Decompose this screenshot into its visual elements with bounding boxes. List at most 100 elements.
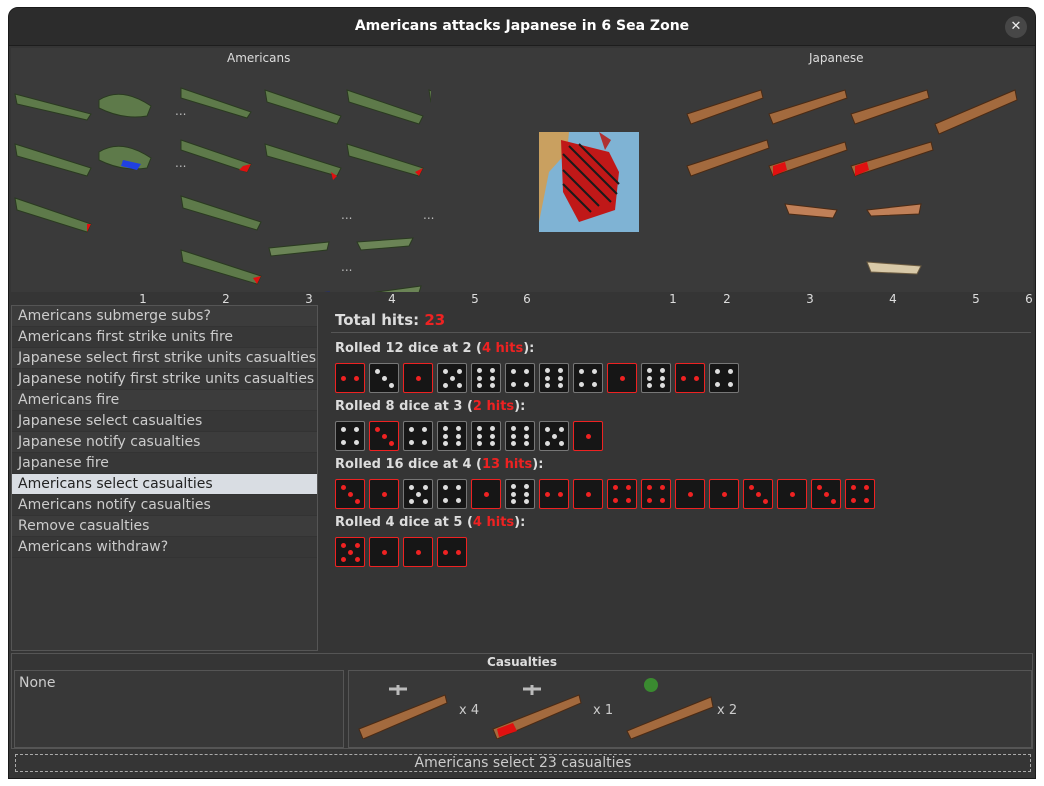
die-miss <box>335 421 365 451</box>
american-battleship-unit <box>428 89 431 103</box>
roll-prefix: Rolled 4 dice at 5 ( <box>335 515 473 530</box>
casualties-selection-list[interactable]: None <box>14 670 344 748</box>
roll-hits: 4 hits <box>481 341 524 356</box>
casualty-damaged-carrier[interactable] <box>489 675 585 740</box>
die-pip <box>443 433 449 439</box>
american-battleship-unit <box>264 143 342 177</box>
die-pip <box>647 383 653 389</box>
battle-step-item[interactable]: Japanese notify casualties <box>12 432 317 453</box>
battle-step-item[interactable]: Japanese select first strike units casua… <box>12 348 317 369</box>
japanese-fighter-unit <box>866 203 922 217</box>
battle-step-item[interactable]: Remove casualties <box>12 516 317 537</box>
die-pip <box>353 439 359 445</box>
die-pip <box>415 549 421 555</box>
die-pip <box>748 484 754 490</box>
die-pip <box>388 440 394 446</box>
die-pip <box>647 367 653 373</box>
die-pip <box>523 381 529 387</box>
die-hit <box>403 363 433 393</box>
battle-step-item[interactable]: Americans first strike units fire <box>12 327 317 348</box>
attacker-column-2: 2 <box>222 292 230 306</box>
die-pip <box>341 439 347 445</box>
battle-step-item[interactable]: Americans fire <box>12 390 317 411</box>
die-pip <box>523 433 529 439</box>
die-pip <box>511 483 517 489</box>
attacker-column-3: 3 <box>305 292 313 306</box>
attacker-column-1: 1 <box>139 292 147 306</box>
close-button[interactable]: ✕ <box>1005 16 1027 38</box>
die-pip <box>340 542 346 548</box>
die-pip <box>374 368 380 374</box>
die-hit <box>471 479 501 509</box>
die-pip <box>443 425 449 431</box>
die-pip <box>415 375 421 381</box>
die-pip <box>816 484 822 490</box>
japanese-fighter-unit <box>784 203 838 219</box>
die-pip <box>558 440 564 446</box>
casualty-cruiser[interactable] <box>623 675 719 740</box>
die-pip <box>544 440 550 446</box>
roll-hits: 13 hits <box>481 457 533 472</box>
battle-step-item[interactable]: Japanese notify first strike units casua… <box>12 369 317 390</box>
die-pip <box>456 368 462 374</box>
die-miss <box>437 479 467 509</box>
battle-step-item[interactable]: Americans submerge subs? <box>12 306 317 327</box>
die-pip <box>557 367 563 373</box>
die-hit <box>675 363 705 393</box>
battle-step-item[interactable]: Japanese select casualties <box>12 411 317 432</box>
die-pip <box>591 369 597 375</box>
die-miss <box>505 479 535 509</box>
dice-roll-label: Rolled 12 dice at 2 (4 hits): <box>335 341 739 361</box>
die-pip <box>545 491 551 497</box>
die-pip <box>647 485 653 491</box>
die-pip <box>381 549 387 555</box>
dice-roll-row: Rolled 4 dice at 5 (4 hits): <box>335 515 525 567</box>
die-pip <box>762 498 768 504</box>
battle-step-item[interactable]: Americans select casualties <box>12 474 317 495</box>
die-pip <box>489 375 495 381</box>
die-pip <box>511 491 517 497</box>
die-pip <box>557 491 563 497</box>
american-cruiser-unit <box>180 195 262 231</box>
dice-roll-label: Rolled 16 dice at 4 (13 hits): <box>335 457 875 477</box>
die-pip <box>381 375 387 381</box>
die-pip <box>659 485 665 491</box>
battle-step-item[interactable]: Japanese fire <box>12 453 317 474</box>
die-pip <box>388 382 394 388</box>
die-pip <box>455 441 461 447</box>
battle-step-item[interactable]: Americans notify casualties <box>12 495 317 516</box>
roll-hits: 4 hits <box>472 515 515 530</box>
defender-column-1: 1 <box>669 292 677 306</box>
die-pip <box>659 383 665 389</box>
japanese-cruiser-unit <box>686 139 770 177</box>
die-miss <box>403 421 433 451</box>
american-fighter-unit <box>268 241 330 257</box>
die-pip <box>489 383 495 389</box>
battle-step-item[interactable]: Americans withdraw? <box>12 537 317 558</box>
die-pip <box>523 441 529 447</box>
die-hit <box>777 479 807 509</box>
die-pip <box>421 439 427 445</box>
ellipsis: ... <box>175 104 187 118</box>
die-pip <box>347 491 353 497</box>
casualties-none-label: None <box>19 675 56 691</box>
american-transport-unit <box>14 93 92 121</box>
american-submarine-unit <box>98 93 152 118</box>
window-title: Americans attacks Japanese in 6 Sea Zone <box>354 18 690 34</box>
battle-steps-list[interactable]: Americans submerge subs? Americans first … <box>11 305 318 651</box>
die-pip <box>408 498 414 504</box>
cruiser-icon <box>626 678 714 740</box>
die-pip <box>523 499 529 505</box>
die-miss <box>641 363 671 393</box>
die-pip <box>647 497 653 503</box>
die-pip <box>340 556 346 562</box>
die-pip <box>489 367 495 373</box>
die-pip <box>354 498 360 504</box>
american-carrier-unit <box>14 143 92 177</box>
die-pip <box>863 485 869 491</box>
die-pip <box>511 499 517 505</box>
die-pip <box>455 497 461 503</box>
casualty-carrier[interactable] <box>355 675 451 740</box>
die-pip <box>421 427 427 433</box>
die-pip <box>585 433 591 439</box>
